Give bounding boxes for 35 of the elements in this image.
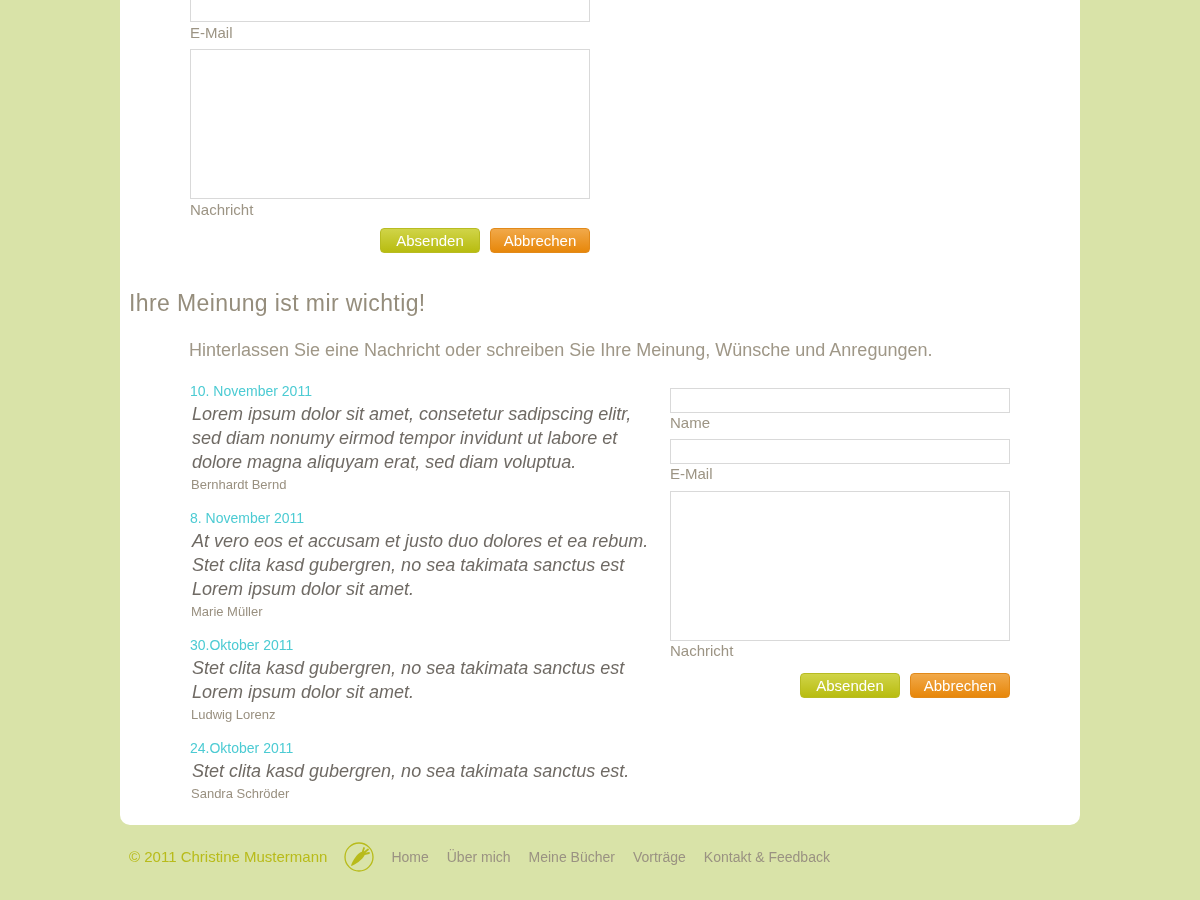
footer-link[interactable]: Kontakt & Feedback xyxy=(703,848,830,866)
field-label: Nachricht xyxy=(190,201,254,219)
entry-author: Bernhardt Bernd xyxy=(191,477,287,493)
entry-author: Sandra Schröder xyxy=(191,786,290,802)
entry-author: Ludwig Lorenz xyxy=(191,707,276,723)
entry-message: Stet clita kasd gubergren, no sea takimata sanctus est. xyxy=(192,760,630,783)
field-label: E-Mail xyxy=(670,465,713,483)
entry-date: 30.Oktober 2011 xyxy=(190,636,294,654)
entry-date: 24.Oktober 2011 xyxy=(190,739,294,757)
entry-message: Lorem ipsum dolor sit amet, consetetur sadipscing elitr, sed diam nonumy eirmod tempor invidunt ut labore et dolore magna aliquyam erat, sed diam voluptua. xyxy=(192,403,633,474)
field-label: E-Mail xyxy=(190,24,233,42)
carrot-logo-icon xyxy=(344,842,375,872)
section-heading: Ihre Meinung ist mir wichtig! xyxy=(129,289,426,317)
entry-date: 10. November 2011 xyxy=(190,382,312,400)
copyright-text: © 2011 Christine Mustermann xyxy=(129,848,328,866)
cancel-button[interactable]: Abbrechen xyxy=(490,228,590,253)
field-label: Name xyxy=(670,414,710,432)
footer-link[interactable]: Vorträge xyxy=(632,848,686,866)
entry-author: Marie Müller xyxy=(191,604,263,620)
input-field[interactable] xyxy=(190,0,590,22)
input-field[interactable] xyxy=(670,388,1010,413)
message-field[interactable] xyxy=(670,491,1010,641)
footer-link[interactable]: Meine Bücher xyxy=(528,848,615,866)
submit-button[interactable]: Absenden xyxy=(380,228,480,253)
entry-message: Stet clita kasd gubergren, no sea takimata sanctus est Lorem ipsum dolor sit amet. xyxy=(192,657,626,704)
intro-text: Hinterlassen Sie eine Nachricht oder schreiben Sie Ihre Meinung, Wünsche und Anregungen. xyxy=(189,339,933,361)
field-label: Nachricht xyxy=(670,642,734,660)
submit-button[interactable]: Absenden xyxy=(800,673,900,698)
input-field[interactable] xyxy=(670,439,1010,464)
entry-message: At vero eos et accusam et justo duo dolores et ea rebum. Stet clita kasd gubergren, no sea takimata sanctus est Lorem ipsum dolor sit amet. xyxy=(192,530,650,601)
footer-link[interactable]: Home xyxy=(391,848,429,866)
message-field[interactable] xyxy=(190,49,590,199)
footer-link[interactable]: Über mich xyxy=(446,848,511,866)
entry-date: 8. November 2011 xyxy=(190,509,305,527)
cancel-button[interactable]: Abbrechen xyxy=(910,673,1010,698)
